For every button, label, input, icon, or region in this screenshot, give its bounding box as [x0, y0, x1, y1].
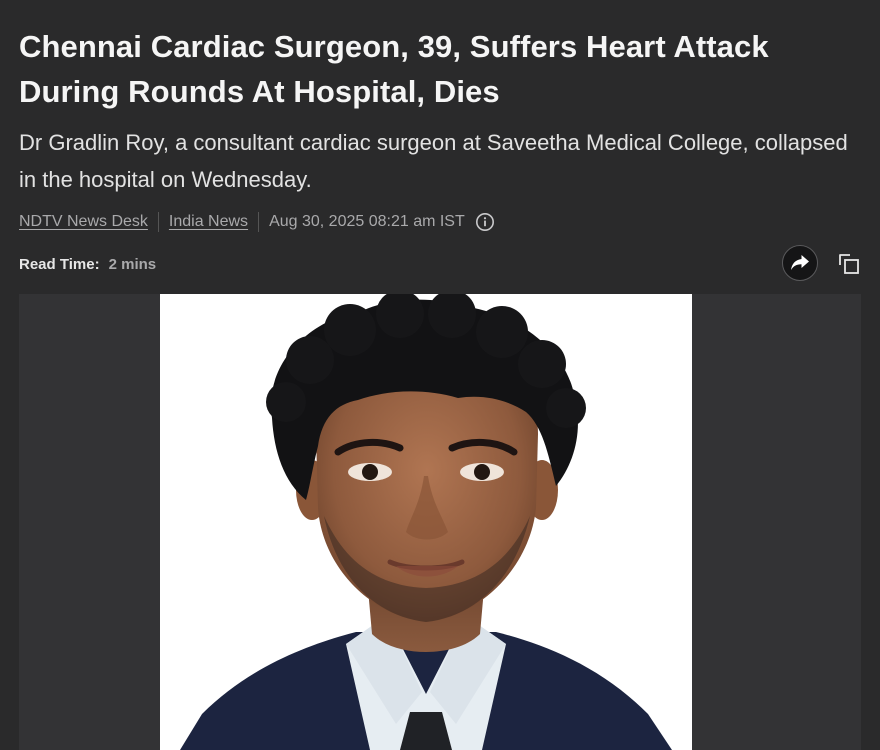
byline: NDTV News Desk India News Aug 30, 2025 0…	[19, 208, 495, 236]
article-summary: Dr Gradlin Roy, a consultant cardiac sur…	[19, 130, 848, 192]
category-link[interactable]: India News	[169, 213, 248, 231]
copy-icon	[839, 254, 859, 274]
article-photo[interactable]	[160, 294, 692, 750]
read-time-value: 2 mins	[108, 255, 157, 273]
publish-timestamp: Aug 30, 2025 08:21 am IST	[269, 213, 465, 230]
article: Chennai Cardiac Surgeon, 39, Suffers Hea…	[0, 0, 880, 750]
share-arrow-icon	[791, 255, 809, 270]
read-time: Read Time: 2 mins	[19, 252, 156, 276]
divider	[157, 212, 159, 232]
info-icon[interactable]	[475, 212, 495, 232]
read-time-label: Read Time:	[19, 255, 100, 273]
author-link[interactable]: NDTV News Desk	[19, 213, 148, 231]
headline: Chennai Cardiac Surgeon, 39, Suffers Hea…	[19, 29, 769, 109]
share-button[interactable]	[782, 245, 818, 281]
copy-button[interactable]	[834, 249, 864, 279]
article-image-frame	[19, 294, 861, 750]
divider	[258, 212, 260, 232]
